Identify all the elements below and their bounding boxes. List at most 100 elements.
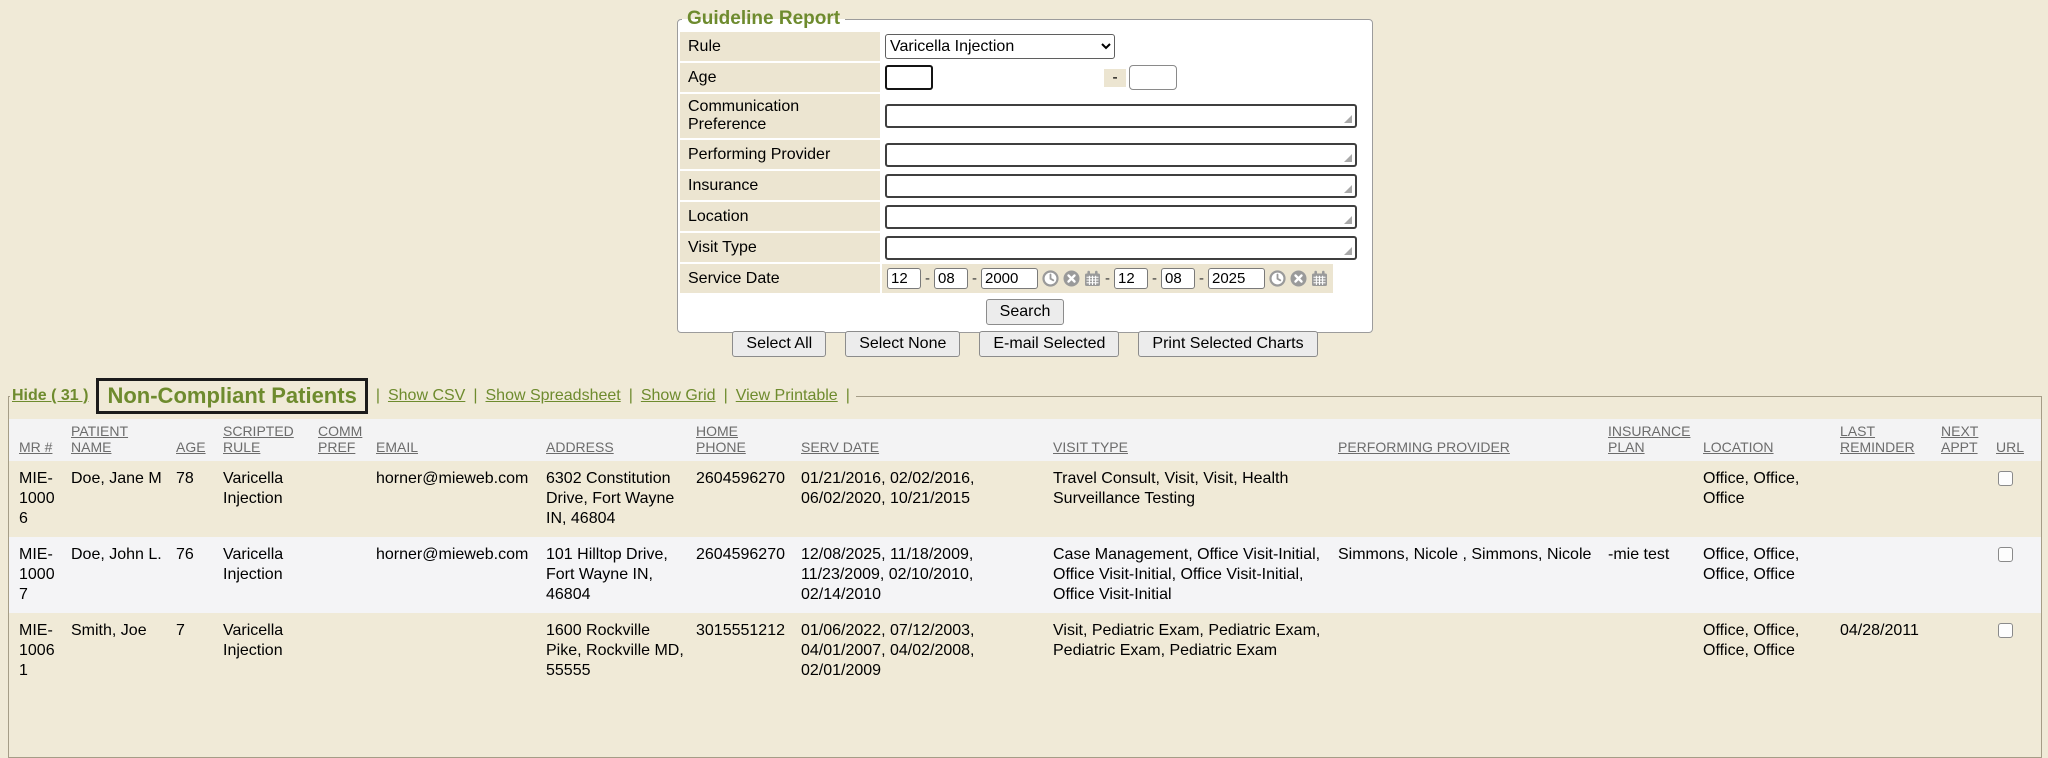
cell-mr: MIE-10061	[9, 613, 71, 689]
hide-link[interactable]: Hide ( 31 )	[12, 387, 88, 405]
service-date-from-day[interactable]	[934, 268, 968, 289]
cell-mr: MIE-10007	[9, 537, 71, 613]
column-header-location[interactable]: LOCATION	[1703, 419, 1840, 461]
column-header-name[interactable]: PATIENTNAME	[71, 419, 176, 461]
search-button[interactable]: Search	[986, 299, 1065, 325]
age-to-input[interactable]	[1129, 65, 1177, 90]
guideline-report-title: Guideline Report	[682, 8, 845, 30]
visit-type-input[interactable]	[885, 236, 1357, 260]
cell-next_appt	[1941, 461, 1996, 537]
clear-icon[interactable]	[1063, 270, 1080, 287]
patient-row: MIE-10006Doe, Jane M78Varicella Injectio…	[9, 461, 2041, 537]
cell-phone: 3015551212	[696, 613, 801, 689]
column-header-phone[interactable]: HOMEPHONE	[696, 419, 801, 461]
patient-row: MIE-10007Doe, John L.76Varicella Injecti…	[9, 537, 2041, 613]
column-header-mr[interactable]: MR #	[9, 419, 71, 461]
clock-icon[interactable]	[1042, 270, 1059, 287]
cell-serv_date: 01/21/2016, 02/02/2016, 06/02/2020, 10/2…	[801, 461, 1053, 537]
cell-age: 76	[176, 537, 223, 613]
column-header-url[interactable]: URL	[1996, 419, 2041, 461]
cell-age: 7	[176, 613, 223, 689]
cell-location: Office, Office, Office, Office	[1703, 537, 1840, 613]
column-header-next_appt[interactable]: NEXTAPPT	[1941, 419, 1996, 461]
selection-actions: Select All Select None E-mail Selected P…	[677, 331, 1373, 357]
table-header-row: MR #PATIENTNAMEAGESCRIPTEDRULECOMMPREFEM…	[9, 419, 2041, 461]
service-date-from-month[interactable]	[887, 268, 921, 289]
clock-icon[interactable]	[1269, 270, 1286, 287]
clear-icon[interactable]	[1290, 270, 1307, 287]
column-header-visit_type[interactable]: VISIT TYPE	[1053, 419, 1338, 461]
show-spreadsheet-link[interactable]: Show Spreadsheet	[486, 387, 621, 405]
insurance-label: Insurance	[680, 171, 880, 200]
cell-provider: Simmons, Nicole , Simmons, Nicole	[1338, 537, 1608, 613]
column-header-provider[interactable]: PERFORMING PROVIDER	[1338, 419, 1608, 461]
search-row: Search	[680, 295, 1370, 330]
column-header-pref[interactable]: COMMPREF	[318, 419, 376, 461]
cell-plan	[1608, 613, 1703, 689]
select-patient-checkbox[interactable]	[1998, 623, 2013, 638]
column-header-age[interactable]: AGE	[176, 419, 223, 461]
separator: |	[473, 387, 477, 405]
cell-last_reminder	[1840, 461, 1941, 537]
select-patient-checkbox[interactable]	[1998, 547, 2013, 562]
location-row: Location	[680, 202, 1370, 231]
age-row: Age -	[680, 63, 1370, 92]
service-date-to-month[interactable]	[1114, 268, 1148, 289]
select-patient-checkbox[interactable]	[1998, 471, 2013, 486]
cell-last_reminder: 04/28/2011	[1840, 613, 1941, 689]
cell-name: Doe, John L.	[71, 537, 176, 613]
performing-provider-row: Performing Provider	[680, 140, 1370, 169]
cell-name: Doe, Jane M	[71, 461, 176, 537]
cell-next_appt	[1941, 613, 1996, 689]
cell-mr: MIE-10006	[9, 461, 71, 537]
column-header-rule[interactable]: SCRIPTEDRULE	[223, 419, 318, 461]
insurance-row: Insurance	[680, 171, 1370, 200]
cell-age: 78	[176, 461, 223, 537]
rule-select[interactable]: Varicella Injection	[885, 34, 1115, 59]
cell-serv_date: 12/08/2025, 11/18/2009, 11/23/2009, 02/1…	[801, 537, 1053, 613]
cell-email: horner@mieweb.com	[376, 461, 546, 537]
select-none-button[interactable]: Select None	[845, 331, 960, 357]
guideline-report-panel: Guideline Report Rule Varicella Injectio…	[677, 8, 1373, 333]
age-separator: -	[1104, 69, 1126, 87]
calendar-icon[interactable]	[1311, 270, 1328, 287]
column-header-address[interactable]: ADDRESS	[546, 419, 696, 461]
cell-url	[1996, 613, 2041, 689]
cell-url	[1996, 461, 2041, 537]
cell-visit_type: Visit, Pediatric Exam, Pediatric Exam, P…	[1053, 613, 1338, 689]
service-date-to-year[interactable]	[1208, 268, 1265, 289]
show-grid-link[interactable]: Show Grid	[641, 387, 716, 405]
patients-table: MR #PATIENTNAMEAGESCRIPTEDRULECOMMPREFEM…	[9, 419, 2041, 689]
column-header-plan[interactable]: INSURANCEPLAN	[1608, 419, 1703, 461]
select-all-button[interactable]: Select All	[732, 331, 826, 357]
communication-preference-input[interactable]	[885, 104, 1357, 128]
cell-email: horner@mieweb.com	[376, 537, 546, 613]
print-selected-charts-button[interactable]: Print Selected Charts	[1138, 331, 1317, 357]
cell-email	[376, 613, 546, 689]
cell-address: 101 Hilltop Drive, Fort Wayne IN, 46804	[546, 537, 696, 613]
performing-provider-input[interactable]	[885, 143, 1357, 167]
cell-visit_type: Case Management, Office Visit-Initial, O…	[1053, 537, 1338, 613]
column-header-email[interactable]: EMAIL	[376, 419, 546, 461]
column-header-serv_date[interactable]: SERV DATE	[801, 419, 1053, 461]
cell-location: Office, Office, Office, Office	[1703, 613, 1840, 689]
show-csv-link[interactable]: Show CSV	[388, 387, 465, 405]
cell-address: 1600 Rockville Pike, Rockville MD, 55555	[546, 613, 696, 689]
calendar-icon[interactable]	[1084, 270, 1101, 287]
location-label: Location	[680, 202, 880, 231]
visit-type-row: Visit Type	[680, 233, 1370, 262]
rule-row: Rule Varicella Injection	[680, 32, 1370, 61]
service-date-from-year[interactable]	[981, 268, 1038, 289]
service-date-to-day[interactable]	[1161, 268, 1195, 289]
service-date-range-separator: -	[1104, 270, 1111, 287]
age-from-input[interactable]	[885, 65, 933, 90]
view-printable-link[interactable]: View Printable	[736, 387, 838, 405]
cell-url	[1996, 537, 2041, 613]
column-header-last_reminder[interactable]: LASTREMINDER	[1840, 419, 1941, 461]
email-selected-button[interactable]: E-mail Selected	[979, 331, 1119, 357]
location-input[interactable]	[885, 205, 1357, 229]
insurance-input[interactable]	[885, 174, 1357, 198]
cell-phone: 2604596270	[696, 461, 801, 537]
communication-preference-label: Communication Preference	[680, 94, 880, 138]
non-compliant-patients-panel: Hide ( 31 ) Non-Compliant Patients | Sho…	[8, 378, 2042, 758]
